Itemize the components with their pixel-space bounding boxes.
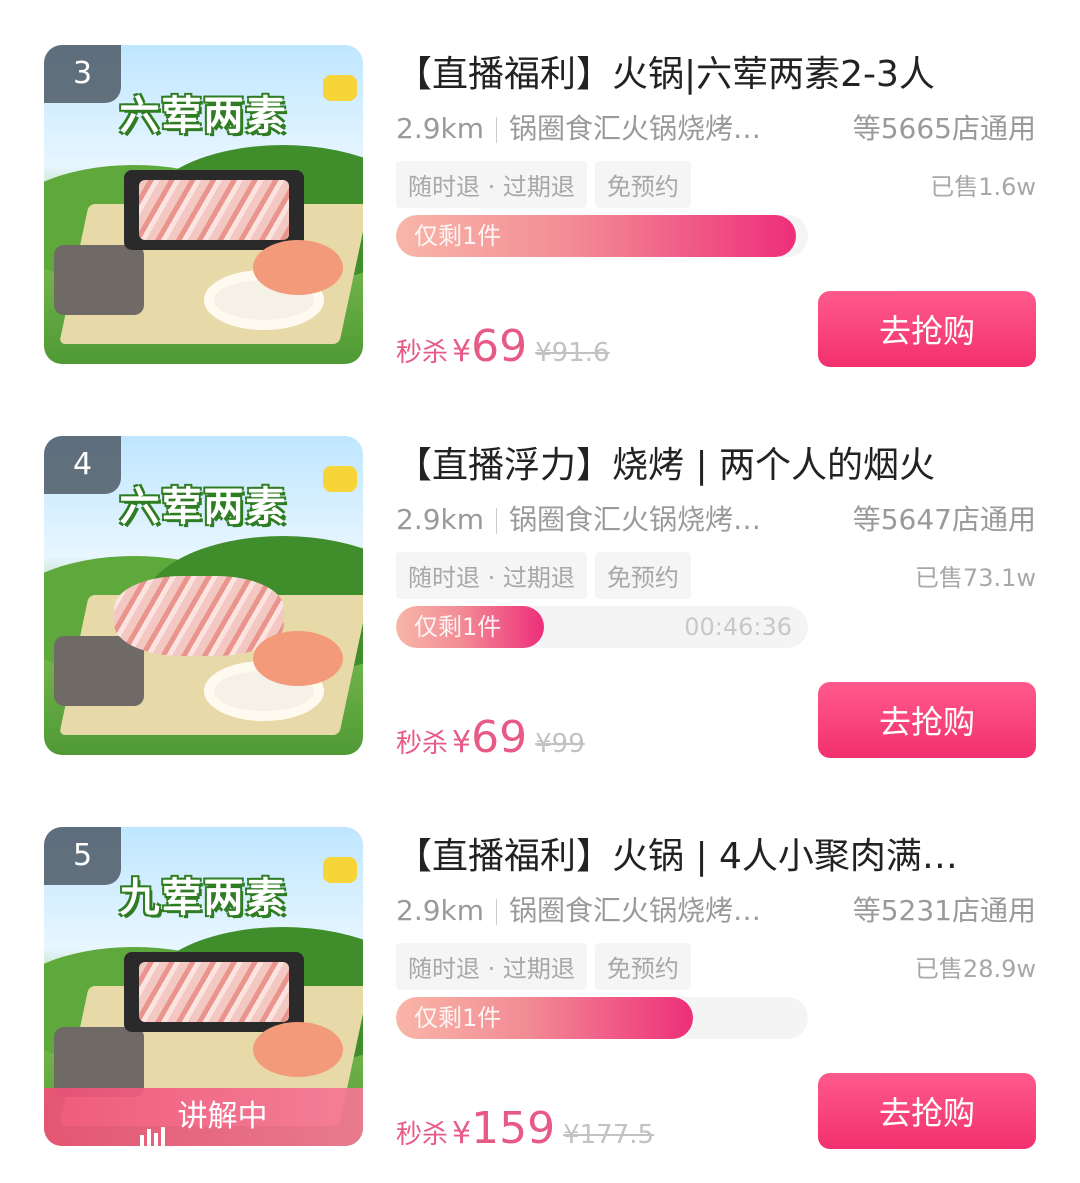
- rank-badge: 3: [44, 45, 121, 103]
- store-count: 等5665店通用: [852, 112, 1036, 145]
- deal-title[interactable]: 【直播浮力】烧烤 | 两个人的烟火: [396, 436, 1036, 488]
- divider: [496, 508, 498, 534]
- tag-no-reservation: 免预约: [594, 161, 691, 208]
- stock-progress: 仅剩1件: [396, 215, 808, 257]
- currency-symbol: ¥: [452, 1116, 472, 1151]
- shop-name[interactable]: 锅圈食汇火锅烧烤…: [509, 498, 761, 538]
- sale-price: 69: [471, 712, 528, 763]
- audio-bars-icon: [139, 1089, 168, 1146]
- stock-progress: 仅剩1件 00:46:36: [396, 606, 808, 648]
- sold-count: 已售73.1w: [914, 564, 1036, 592]
- deal-meta: 2.9km 锅圈食汇火锅烧烤… 等5665店通用: [396, 107, 1036, 147]
- tag-no-reservation: 免预约: [594, 552, 691, 599]
- tag-list: 随时退 · 过期退 免预约: [396, 943, 699, 990]
- rank-badge: 5: [44, 827, 121, 885]
- tag-no-reservation: 免预约: [594, 943, 691, 990]
- sold-count: 已售1.6w: [930, 173, 1036, 201]
- tag-list: 随时退 · 过期退 免预约: [396, 161, 699, 208]
- tag-refund: 随时退 · 过期退: [396, 552, 587, 599]
- buy-now-button[interactable]: 去抢购: [818, 1073, 1036, 1149]
- original-price: ¥99: [535, 729, 585, 759]
- currency-symbol: ¥: [452, 334, 472, 369]
- store-count: 等5647店通用: [852, 503, 1036, 536]
- divider: [496, 899, 498, 925]
- currency-symbol: ¥: [452, 725, 472, 760]
- price-row: 秒杀 ¥159 ¥177.5: [396, 1103, 654, 1154]
- flash-sale-label: 秒杀: [396, 729, 449, 759]
- store-count: 等5231店通用: [852, 894, 1036, 927]
- stock-label: 仅剩1件: [414, 1004, 502, 1032]
- stock-label: 仅剩1件: [414, 613, 502, 641]
- sale-price: 159: [471, 1103, 556, 1154]
- deal-item[interactable]: 九荤两素 5 讲解中 【直播福利】火锅 | 4人小聚肉满… 2.9km 锅圈食汇火…: [0, 827, 1080, 1157]
- deal-item[interactable]: 六荤两素 4 【直播浮力】烧烤 | 两个人的烟火 2.9km 锅圈食汇火锅烧烤… …: [0, 436, 1080, 766]
- distance: 2.9km: [396, 112, 485, 145]
- divider: [496, 117, 498, 143]
- shop-name[interactable]: 锅圈食汇火锅烧烤…: [509, 889, 761, 929]
- deal-meta: 2.9km 锅圈食汇火锅烧烤… 等5647店通用: [396, 498, 1036, 538]
- original-price: ¥91.6: [535, 338, 610, 368]
- deal-list: 六荤两素 3 【直播福利】火锅|六荤两素2-3人 2.9km 锅圈食汇火锅烧烤… …: [0, 0, 1080, 1183]
- deal-title[interactable]: 【直播福利】火锅 | 4人小聚肉满…: [396, 827, 1036, 879]
- flash-sale-label: 秒杀: [396, 338, 449, 368]
- live-status: 讲解中: [177, 1099, 268, 1134]
- product-image[interactable]: 六荤两素 3: [44, 45, 363, 364]
- deal-title[interactable]: 【直播福利】火锅|六荤两素2-3人: [396, 45, 1036, 97]
- flash-sale-label: 秒杀: [396, 1120, 449, 1150]
- tag-refund: 随时退 · 过期退: [396, 943, 587, 990]
- distance: 2.9km: [396, 503, 485, 536]
- sold-count: 已售28.9w: [914, 955, 1036, 983]
- buy-now-button[interactable]: 去抢购: [818, 682, 1036, 758]
- buy-now-button[interactable]: 去抢购: [818, 291, 1036, 367]
- live-explaining-bar[interactable]: 讲解中: [44, 1088, 363, 1146]
- deal-meta: 2.9km 锅圈食汇火锅烧烤… 等5231店通用: [396, 889, 1036, 929]
- deal-item[interactable]: 六荤两素 3 【直播福利】火锅|六荤两素2-3人 2.9km 锅圈食汇火锅烧烤… …: [0, 45, 1080, 375]
- price-row: 秒杀 ¥69 ¥99: [396, 712, 585, 763]
- sale-price: 69: [471, 321, 528, 372]
- countdown-timer: 00:46:36: [684, 613, 792, 641]
- stock-label: 仅剩1件: [414, 222, 502, 250]
- tag-refund: 随时退 · 过期退: [396, 161, 587, 208]
- product-image[interactable]: 六荤两素 4: [44, 436, 363, 755]
- shop-name[interactable]: 锅圈食汇火锅烧烤…: [509, 107, 761, 147]
- rank-badge: 4: [44, 436, 121, 494]
- original-price: ¥177.5: [563, 1120, 655, 1150]
- price-row: 秒杀 ¥69 ¥91.6: [396, 321, 610, 372]
- distance: 2.9km: [396, 894, 485, 927]
- stock-progress: 仅剩1件: [396, 997, 808, 1039]
- product-image[interactable]: 九荤两素 5 讲解中: [44, 827, 363, 1146]
- tag-list: 随时退 · 过期退 免预约: [396, 552, 699, 599]
